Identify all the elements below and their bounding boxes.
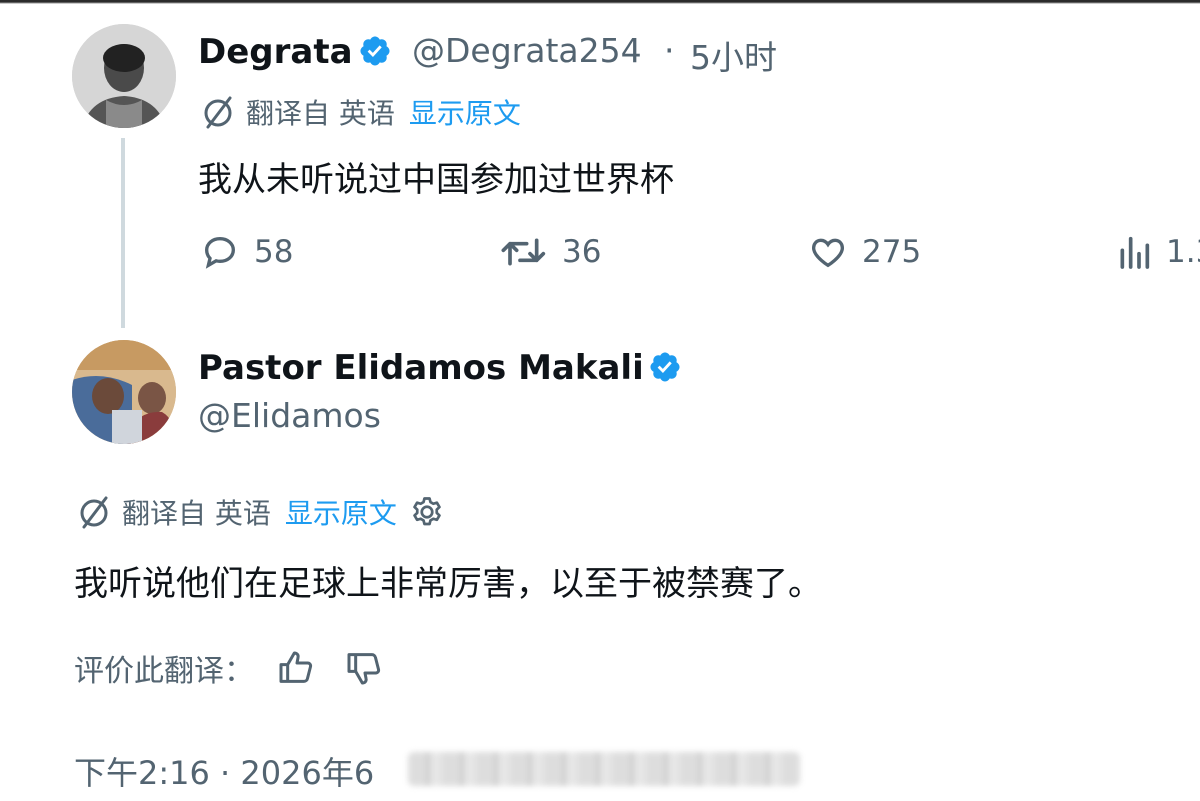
views-button[interactable]: 1.3: [1114, 232, 1200, 272]
show-original-link[interactable]: 显示原文: [409, 92, 521, 132]
verified-badge-icon: [360, 36, 390, 66]
translate-icon: [80, 496, 108, 529]
author-name[interactable]: Degrata: [198, 32, 353, 72]
author-handle[interactable]: @Degrata254: [412, 31, 642, 70]
like-icon: [812, 238, 844, 268]
verified-badge-icon: [650, 352, 680, 382]
thumbs-up-icon[interactable]: [276, 648, 316, 688]
retweet-button[interactable]: 36: [500, 232, 601, 272]
tweet-text: 我从未听说过中国参加过世界杯: [198, 160, 674, 200]
tweet-time[interactable]: 5小时: [690, 31, 777, 79]
gear-icon[interactable]: [409, 494, 445, 530]
blurred-region: [408, 752, 800, 786]
thumbs-down-icon[interactable]: [344, 648, 384, 688]
rate-translation-label: 评价此翻译：: [74, 654, 254, 689]
translated-from-label: 翻译自 英语: [246, 97, 395, 130]
separator: ·: [664, 31, 675, 70]
translation-bar: 翻译自 英语 显示原文: [198, 92, 521, 132]
top-edge: [0, 0, 1200, 4]
thread-line: [121, 138, 125, 328]
translate-icon: [204, 96, 232, 129]
retweet-icon: [501, 238, 546, 266]
retweet-count: 36: [562, 234, 602, 270]
author-name[interactable]: Pastor Elidamos Makali: [198, 348, 644, 388]
like-count: 275: [862, 234, 922, 270]
reply-icon: [204, 236, 236, 269]
views-icon: [1120, 236, 1150, 269]
views-count: 1.3: [1166, 234, 1200, 270]
translation-bar: 翻译自 英语 显示原文: [74, 492, 445, 532]
avatar[interactable]: [72, 340, 176, 444]
avatar[interactable]: [72, 24, 176, 128]
tweet-text: 我听说他们在足球上非常厉害，以至于被禁赛了。: [74, 564, 822, 604]
author-handle[interactable]: @Elidamos: [198, 396, 381, 435]
tweet-thread: Degrata @Degrata254 · 5小时 翻译自 英语 显示原文 我从…: [0, 0, 1200, 801]
reply-count: 58: [254, 234, 294, 270]
rate-translation-bar: 评价此翻译：: [74, 646, 384, 690]
translated-from-label: 翻译自 英语: [122, 497, 271, 530]
tweet-timestamp[interactable]: 下午2:16 · 2026年6: [74, 748, 374, 794]
reply-button[interactable]: 58: [198, 232, 293, 272]
like-button[interactable]: 275: [806, 232, 921, 272]
show-original-link[interactable]: 显示原文: [285, 492, 397, 532]
